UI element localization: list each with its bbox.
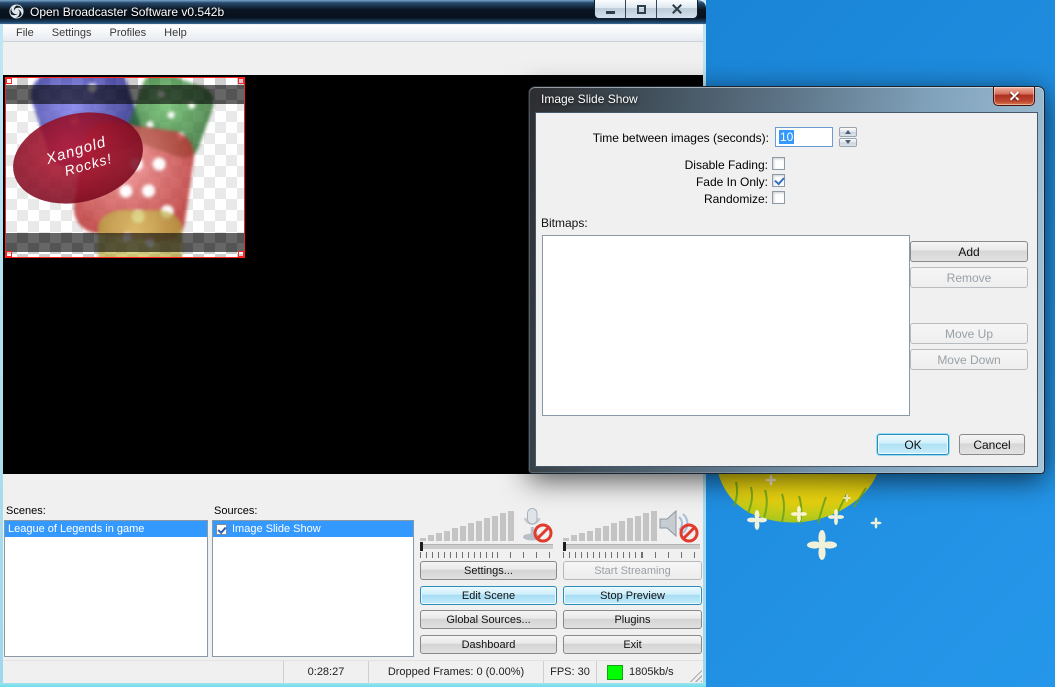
- settings-button[interactable]: Settings...: [420, 561, 557, 580]
- mic-slider-thumb[interactable]: [420, 542, 423, 551]
- status-bitrate: 1805kb/s: [629, 666, 674, 678]
- chevron-down-icon: [845, 140, 851, 145]
- move-down-button: Move Down: [910, 349, 1028, 370]
- bitmaps-list[interactable]: [542, 235, 910, 416]
- resize-handle-tl[interactable]: [6, 78, 12, 84]
- mic-volume-meter: [420, 509, 514, 541]
- obs-logo-icon: [9, 4, 24, 19]
- maximize-button[interactable]: [626, 0, 657, 18]
- caption-buttons: [594, 0, 698, 19]
- obs-titlebar[interactable]: Open Broadcaster Software v0.542b: [0, 0, 706, 24]
- time-between-images-input[interactable]: 10: [775, 127, 833, 147]
- resize-grip[interactable]: [690, 670, 702, 682]
- menu-file[interactable]: File: [7, 27, 43, 39]
- randomize-checkbox[interactable]: [772, 191, 785, 204]
- disable-fading-checkbox[interactable]: [772, 157, 785, 170]
- stop-preview-button[interactable]: Stop Preview: [563, 586, 702, 605]
- global-sources-button[interactable]: Global Sources...: [420, 610, 557, 629]
- add-button[interactable]: Add: [910, 241, 1028, 262]
- minimize-icon: [605, 11, 615, 14]
- window-title: Open Broadcaster Software v0.542b: [30, 5, 225, 19]
- mic-slider-track[interactable]: [420, 544, 553, 549]
- spinner-down-button[interactable]: [839, 137, 857, 147]
- image-slideshow-dialog: Image Slide Show Time between images (se…: [528, 86, 1045, 474]
- mic-volume-slider[interactable]: [420, 542, 553, 559]
- exit-button[interactable]: Exit: [563, 635, 702, 654]
- scene-item-label: League of Legends in game: [8, 523, 145, 535]
- fade-in-only-label: Fade In Only:: [695, 175, 768, 189]
- plugins-button[interactable]: Plugins: [563, 610, 702, 629]
- letterbox-top: [6, 85, 244, 104]
- disable-fading-label: Disable Fading:: [684, 158, 768, 172]
- sources-label: Sources:: [214, 505, 258, 517]
- dialog-close-button[interactable]: [993, 87, 1035, 106]
- connection-quality-indicator: [607, 664, 623, 680]
- sources-list[interactable]: Image Slide Show: [212, 520, 414, 657]
- window-border-bottom: [0, 683, 706, 687]
- letterbox-bottom: [6, 233, 244, 252]
- maximize-icon: [636, 4, 646, 14]
- wallpaper-grass: [716, 464, 882, 560]
- speaker-muted-icon[interactable]: [656, 506, 700, 543]
- menu-help[interactable]: Help: [155, 27, 196, 39]
- status-empty-panel: [3, 661, 284, 683]
- remove-button: Remove: [910, 267, 1028, 288]
- menu-profiles[interactable]: Profiles: [100, 27, 155, 39]
- minimize-button[interactable]: [595, 0, 626, 18]
- chevron-up-icon: [845, 129, 851, 134]
- source-list-item[interactable]: Image Slide Show: [213, 521, 413, 537]
- scene-list-item[interactable]: League of Legends in game: [5, 521, 207, 537]
- menu-settings[interactable]: Settings: [43, 27, 101, 39]
- move-up-button: Move Up: [910, 323, 1028, 344]
- scenes-list[interactable]: League of Legends in game: [4, 520, 208, 657]
- resize-handle-bl[interactable]: [6, 251, 12, 257]
- bitmaps-label: Bitmaps:: [541, 216, 588, 230]
- status-fps: FPS: 30: [544, 661, 597, 683]
- status-bitrate-panel: 1805kb/s: [597, 661, 703, 683]
- close-icon: [1009, 91, 1020, 102]
- time-between-images-label: Time between images (seconds):: [592, 131, 769, 145]
- close-icon: [671, 3, 683, 15]
- time-spinner: [839, 127, 857, 147]
- time-value-selected-text: 10: [779, 130, 795, 144]
- source-enabled-checkbox[interactable]: [216, 523, 227, 535]
- dashboard-button[interactable]: Dashboard: [420, 635, 557, 654]
- fade-in-only-checkbox[interactable]: [772, 174, 785, 187]
- resize-handle-br[interactable]: [238, 251, 244, 257]
- spinner-up-button[interactable]: [839, 127, 857, 137]
- close-button[interactable]: [657, 0, 697, 18]
- dialog-client-area: Time between images (seconds): 10 Disabl…: [535, 112, 1038, 467]
- start-streaming-button: Start Streaming: [563, 561, 702, 580]
- resize-handle-tr[interactable]: [238, 78, 244, 84]
- speaker-slider-thumb[interactable]: [563, 542, 566, 551]
- speaker-volume-slider[interactable]: [563, 542, 700, 559]
- status-bar: 0:28:27 Dropped Frames: 0 (0.00%) FPS: 3…: [3, 660, 703, 683]
- cancel-button[interactable]: Cancel: [959, 434, 1025, 455]
- edit-scene-button[interactable]: Edit Scene: [420, 586, 557, 605]
- status-dropped-frames: Dropped Frames: 0 (0.00%): [369, 661, 544, 683]
- preview-source-image[interactable]: Xangold Rocks!: [5, 77, 245, 258]
- speaker-slider-track[interactable]: [563, 544, 700, 549]
- source-item-label: Image Slide Show: [232, 523, 321, 535]
- ok-button[interactable]: OK: [877, 434, 949, 455]
- status-stream-time: 0:28:27: [284, 661, 369, 683]
- microphone-muted-icon[interactable]: [518, 506, 554, 543]
- screen: Open Broadcaster Software v0.542b File S…: [0, 0, 1055, 687]
- menubar: File Settings Profiles Help: [3, 25, 703, 42]
- randomize-label: Randomize:: [703, 192, 768, 206]
- dialog-title: Image Slide Show: [541, 92, 638, 106]
- scenes-label: Scenes:: [6, 505, 46, 517]
- speaker-volume-meter: [563, 509, 657, 541]
